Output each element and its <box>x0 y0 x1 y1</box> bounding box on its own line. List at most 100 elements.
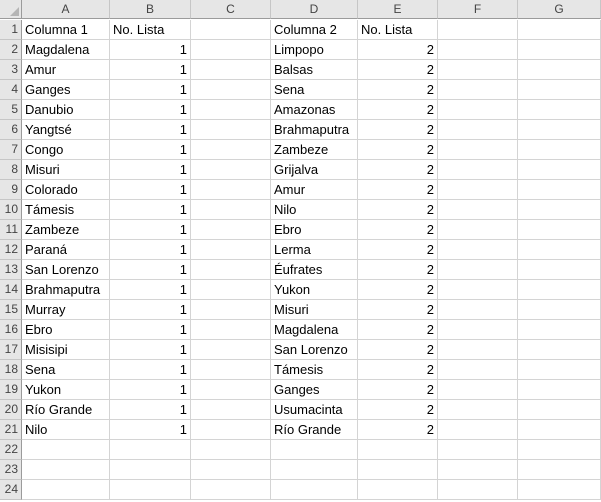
cell-e4[interactable]: 2 <box>358 80 438 100</box>
cell-c5[interactable] <box>191 100 271 120</box>
cell-b23[interactable] <box>110 460 191 480</box>
cell-f8[interactable] <box>438 160 518 180</box>
cell-e23[interactable] <box>358 460 438 480</box>
cell-e10[interactable]: 2 <box>358 200 438 220</box>
cell-b17[interactable]: 1 <box>110 340 191 360</box>
cell-b2[interactable]: 1 <box>110 40 191 60</box>
cell-a5[interactable]: Danubio <box>22 100 110 120</box>
cell-b5[interactable]: 1 <box>110 100 191 120</box>
cell-g13[interactable] <box>518 260 601 280</box>
cell-d14[interactable]: Yukon <box>271 280 358 300</box>
cell-d5[interactable]: Amazonas <box>271 100 358 120</box>
column-header-e[interactable]: E <box>358 0 438 19</box>
column-header-d[interactable]: D <box>271 0 358 19</box>
row-header-15[interactable]: 15 <box>0 300 22 320</box>
cell-b13[interactable]: 1 <box>110 260 191 280</box>
cell-f3[interactable] <box>438 60 518 80</box>
cell-d9[interactable]: Amur <box>271 180 358 200</box>
cell-f12[interactable] <box>438 240 518 260</box>
cell-d1[interactable]: Columna 2 <box>271 20 358 40</box>
cell-e8[interactable]: 2 <box>358 160 438 180</box>
cell-d20[interactable]: Usumacinta <box>271 400 358 420</box>
row-header-16[interactable]: 16 <box>0 320 22 340</box>
cell-a16[interactable]: Ebro <box>22 320 110 340</box>
cell-b10[interactable]: 1 <box>110 200 191 220</box>
column-header-c[interactable]: C <box>191 0 271 19</box>
cell-c24[interactable] <box>191 480 271 500</box>
cell-e9[interactable]: 2 <box>358 180 438 200</box>
cell-a21[interactable]: Nilo <box>22 420 110 440</box>
cell-e7[interactable]: 2 <box>358 140 438 160</box>
cell-a1[interactable]: Columna 1 <box>22 20 110 40</box>
cell-g6[interactable] <box>518 120 601 140</box>
cell-g21[interactable] <box>518 420 601 440</box>
cell-c8[interactable] <box>191 160 271 180</box>
cell-d2[interactable]: Limpopo <box>271 40 358 60</box>
cell-a23[interactable] <box>22 460 110 480</box>
cell-c1[interactable] <box>191 20 271 40</box>
cell-c20[interactable] <box>191 400 271 420</box>
cell-f19[interactable] <box>438 380 518 400</box>
row-header-17[interactable]: 17 <box>0 340 22 360</box>
row-header-2[interactable]: 2 <box>0 40 22 60</box>
cell-g11[interactable] <box>518 220 601 240</box>
cell-e5[interactable]: 2 <box>358 100 438 120</box>
cell-b18[interactable]: 1 <box>110 360 191 380</box>
cell-g15[interactable] <box>518 300 601 320</box>
row-header-3[interactable]: 3 <box>0 60 22 80</box>
cell-g18[interactable] <box>518 360 601 380</box>
cell-b16[interactable]: 1 <box>110 320 191 340</box>
cell-a10[interactable]: Támesis <box>22 200 110 220</box>
cell-f5[interactable] <box>438 100 518 120</box>
cell-a9[interactable]: Colorado <box>22 180 110 200</box>
row-header-6[interactable]: 6 <box>0 120 22 140</box>
cell-e17[interactable]: 2 <box>358 340 438 360</box>
row-header-9[interactable]: 9 <box>0 180 22 200</box>
cell-f10[interactable] <box>438 200 518 220</box>
cell-d23[interactable] <box>271 460 358 480</box>
cell-f22[interactable] <box>438 440 518 460</box>
cell-e2[interactable]: 2 <box>358 40 438 60</box>
cell-e24[interactable] <box>358 480 438 500</box>
cell-g1[interactable] <box>518 20 601 40</box>
cell-a11[interactable]: Zambeze <box>22 220 110 240</box>
cell-a22[interactable] <box>22 440 110 460</box>
row-header-1[interactable]: 1 <box>0 20 22 40</box>
cell-b21[interactable]: 1 <box>110 420 191 440</box>
select-all-button[interactable] <box>0 0 22 19</box>
cell-d11[interactable]: Ebro <box>271 220 358 240</box>
cell-e14[interactable]: 2 <box>358 280 438 300</box>
cell-d18[interactable]: Támesis <box>271 360 358 380</box>
row-header-12[interactable]: 12 <box>0 240 22 260</box>
cell-b9[interactable]: 1 <box>110 180 191 200</box>
cell-c12[interactable] <box>191 240 271 260</box>
cell-g7[interactable] <box>518 140 601 160</box>
cell-d24[interactable] <box>271 480 358 500</box>
cell-b12[interactable]: 1 <box>110 240 191 260</box>
cell-d12[interactable]: Lerma <box>271 240 358 260</box>
cell-a6[interactable]: Yangtsé <box>22 120 110 140</box>
cell-c19[interactable] <box>191 380 271 400</box>
cell-g12[interactable] <box>518 240 601 260</box>
cell-c10[interactable] <box>191 200 271 220</box>
cell-b6[interactable]: 1 <box>110 120 191 140</box>
cell-g23[interactable] <box>518 460 601 480</box>
cell-a15[interactable]: Murray <box>22 300 110 320</box>
cell-d21[interactable]: Río Grande <box>271 420 358 440</box>
cell-g4[interactable] <box>518 80 601 100</box>
cell-b4[interactable]: 1 <box>110 80 191 100</box>
cell-c18[interactable] <box>191 360 271 380</box>
cell-f20[interactable] <box>438 400 518 420</box>
row-header-19[interactable]: 19 <box>0 380 22 400</box>
cell-f1[interactable] <box>438 20 518 40</box>
cell-a19[interactable]: Yukon <box>22 380 110 400</box>
cell-b20[interactable]: 1 <box>110 400 191 420</box>
cell-g22[interactable] <box>518 440 601 460</box>
cell-f17[interactable] <box>438 340 518 360</box>
cell-d17[interactable]: San Lorenzo <box>271 340 358 360</box>
cell-a8[interactable]: Misuri <box>22 160 110 180</box>
cell-c7[interactable] <box>191 140 271 160</box>
cell-g17[interactable] <box>518 340 601 360</box>
row-header-22[interactable]: 22 <box>0 440 22 460</box>
cell-g24[interactable] <box>518 480 601 500</box>
